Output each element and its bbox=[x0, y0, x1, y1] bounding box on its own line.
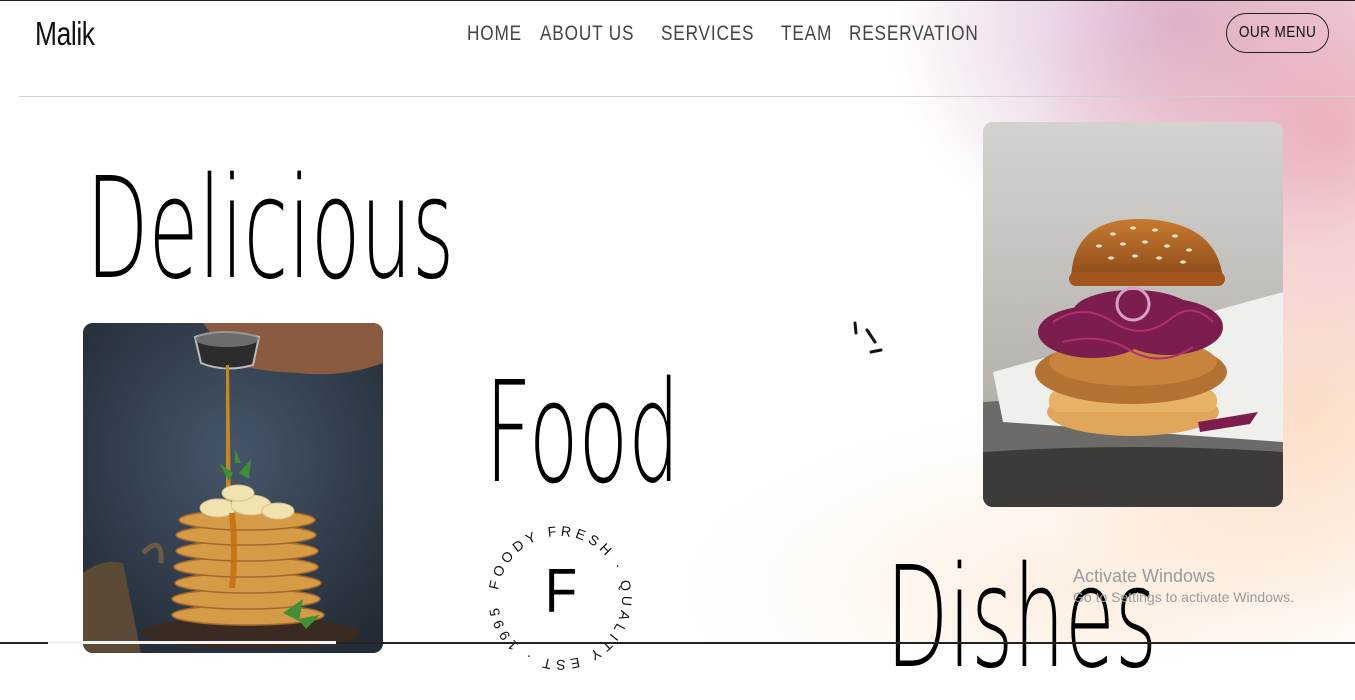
sparkle-icon bbox=[853, 321, 883, 354]
nav-about-us[interactable]: ABOUT US bbox=[540, 22, 634, 46]
pancake-image bbox=[83, 323, 383, 653]
watermark-subtitle: Go to Settings to activate Windows. bbox=[1073, 589, 1294, 605]
hero-word-food: Food bbox=[485, 352, 680, 515]
header-divider bbox=[19, 96, 1355, 97]
brand-logo[interactable]: Malik bbox=[35, 15, 95, 53]
stamp-letter: F bbox=[544, 557, 578, 626]
burger-illustration bbox=[983, 122, 1283, 507]
nav-services[interactable]: SERVICES bbox=[661, 22, 754, 46]
est-stamp: FOODY FRESH · QUALITY EST · 1995 · F bbox=[476, 505, 640, 678]
nav-team[interactable]: TEAM bbox=[781, 22, 832, 46]
top-border bbox=[0, 0, 1355, 1]
nav-reservation[interactable]: RESERVATION bbox=[849, 22, 979, 46]
our-menu-button[interactable]: OUR MENU bbox=[1226, 13, 1329, 53]
our-menu-label: OUR MENU bbox=[1238, 24, 1317, 41]
watermark-title: Activate Windows bbox=[1073, 566, 1216, 586]
pancake-illustration bbox=[83, 323, 383, 653]
activate-windows-watermark: Activate Windows Go to Settings to activ… bbox=[1073, 566, 1294, 605]
nav-home[interactable]: HOME bbox=[467, 22, 522, 46]
hero-word-dishes: Dishes bbox=[886, 537, 1158, 700]
hero-word-delicious: Delicious bbox=[86, 148, 455, 311]
main-nav: HOME ABOUT US SERVICES TEAM RESERVATION bbox=[467, 22, 989, 46]
burger-image bbox=[983, 122, 1283, 507]
